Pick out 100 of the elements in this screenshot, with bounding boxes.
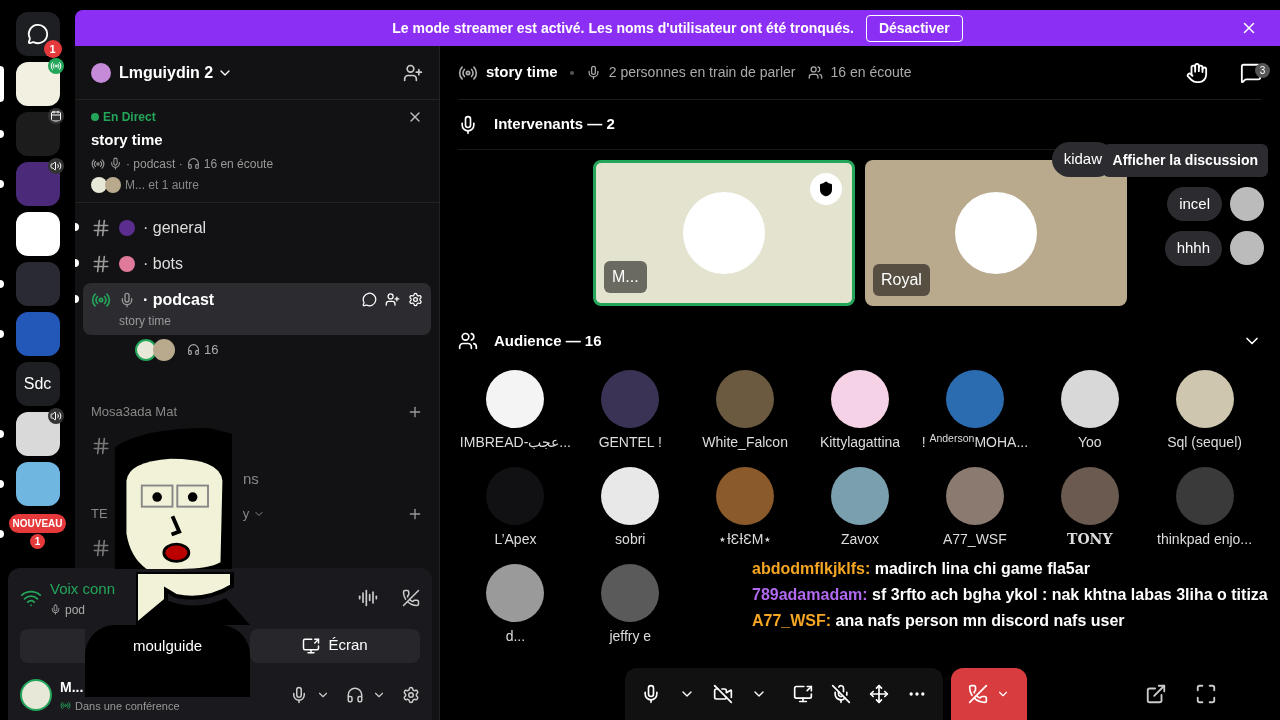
mic-off-icon[interactable]	[831, 684, 851, 704]
screen-share-icon[interactable]	[793, 684, 813, 704]
headphones-icon	[186, 157, 200, 170]
user-pill[interactable]: hhhh	[1164, 231, 1222, 266]
avatar[interactable]	[486, 370, 545, 428]
live-channel: · podcast ·	[126, 155, 183, 173]
popout-icon[interactable]	[1145, 683, 1167, 705]
participants: M... et 1 autre	[125, 176, 200, 194]
home-button[interactable]: 1	[15, 12, 60, 56]
unread-indicator	[0, 280, 4, 288]
chat-count-badge: 3	[1255, 62, 1270, 78]
voice-status: Voix conn	[50, 579, 116, 599]
unread-indicator	[0, 530, 4, 538]
hash-icon	[91, 253, 111, 274]
member-name: sobri	[615, 530, 646, 549]
disconnect-icon[interactable]	[402, 589, 420, 608]
avatar	[91, 176, 107, 193]
stage-icon	[60, 700, 71, 712]
chat-bubble-icon	[26, 23, 49, 45]
channel-item[interactable]: · general	[83, 210, 431, 245]
server-avatar[interactable]	[15, 112, 60, 156]
invite-icon[interactable]	[385, 292, 400, 307]
avatar[interactable]	[486, 564, 545, 622]
member-name: ⋆ƗƐƗƐM⋆	[717, 530, 773, 549]
member-name: TONY	[1067, 530, 1113, 549]
headphones-icon	[187, 343, 200, 356]
chat-username: 789adamadam:	[752, 586, 868, 603]
member-name: IMBREAD-عجب...	[459, 433, 571, 452]
channel-item[interactable]: · podcast story time	[83, 282, 431, 335]
server-icon[interactable]: Sdc	[15, 362, 60, 406]
avatar[interactable]	[831, 370, 889, 428]
server-name[interactable]: Lmguiydin 2	[119, 60, 234, 85]
invite-icon[interactable]	[403, 62, 423, 83]
notification-badge: 1	[29, 534, 46, 549]
avatar	[105, 176, 121, 193]
mic-icon	[585, 65, 601, 80]
hash-icon	[91, 217, 111, 238]
camera-off-icon[interactable]	[713, 684, 733, 704]
user-pill[interactable]: incel	[1167, 186, 1222, 221]
channel-name[interactable]: ns	[243, 468, 259, 491]
avatar[interactable]	[1175, 370, 1234, 428]
category-name[interactable]: y	[242, 503, 250, 524]
member-name: jeffry e	[609, 627, 652, 646]
screen-share-icon	[302, 636, 321, 655]
mic-icon[interactable]	[641, 684, 661, 704]
listeners-count: 16 en écoute	[830, 63, 912, 82]
member-name: GENTEL !	[598, 433, 662, 452]
channel-item[interactable]: · bots	[83, 246, 431, 281]
server-avatar[interactable]	[15, 62, 60, 106]
raise-hand-icon[interactable]	[1186, 61, 1208, 84]
move-icon[interactable]	[869, 684, 889, 704]
section-title: Intervenants — 2	[494, 114, 615, 135]
avatar[interactable]	[831, 467, 889, 525]
disable-button[interactable]: Désactiver	[865, 14, 963, 42]
avatar[interactable]	[601, 467, 660, 525]
category-name[interactable]: Mosa3ada Mat	[91, 401, 177, 422]
live-listeners: 16 en écoute	[203, 155, 274, 173]
server-avatar[interactable]	[15, 212, 60, 256]
member-name: Yoo	[1077, 433, 1102, 452]
avatar[interactable]	[1060, 370, 1119, 428]
fullscreen-icon[interactable]	[1195, 683, 1217, 705]
category-name[interactable]: TE	[91, 503, 108, 524]
chat-message: sf 3rfto ach bgha ykol : nak khtna labas 3liha o titiza	[872, 586, 1268, 603]
speaker-name: M...	[604, 261, 647, 293]
chat-message: ana nafs person mn discord nafs user	[835, 612, 1125, 629]
member-name: L’Apex	[494, 530, 537, 549]
hash-icon	[91, 537, 111, 558]
screen-share-button[interactable]: Écran	[250, 628, 420, 663]
unread-indicator	[0, 330, 4, 338]
home-icon	[91, 62, 111, 83]
new-tag: NOUVEAU	[9, 514, 66, 533]
stage-icon	[91, 156, 105, 171]
unread-indicator	[0, 180, 4, 188]
banner-text: Le mode streamer est activé. Les noms d'utilisateur ont été tronqués.	[392, 18, 854, 38]
chat-icon[interactable]	[1240, 61, 1262, 84]
speaker-name: Royal	[873, 264, 930, 296]
live-status: En Direct	[103, 109, 156, 126]
shirt-text: moulguide	[132, 636, 203, 653]
server-avatar[interactable]	[15, 412, 60, 456]
soundwave-icon[interactable]	[358, 588, 378, 609]
chat-username: A77_WSF:	[752, 612, 832, 629]
headphones-icon[interactable]	[346, 686, 364, 705]
mic-icon	[109, 157, 122, 170]
speaker-card[interactable]: M...	[593, 160, 855, 306]
user-status: Dans une conférence	[75, 698, 180, 714]
listener-count: 16	[204, 340, 219, 359]
mic-icon[interactable]	[290, 686, 308, 705]
avatar	[135, 338, 157, 361]
user-name: M...	[60, 677, 85, 697]
member-name: White_Falcon	[702, 433, 788, 452]
member-name: Sql (sequel)	[1167, 433, 1242, 452]
stage-title: story time	[486, 62, 558, 83]
chat-icon[interactable]	[362, 292, 377, 307]
member-name: thinkpad enjo...	[1157, 530, 1253, 549]
leave-button[interactable]	[951, 668, 1027, 720]
voice-channel: pod	[65, 601, 86, 619]
server-avatar[interactable]	[15, 462, 60, 506]
avatar	[153, 338, 175, 361]
settings-icon[interactable]	[402, 686, 420, 705]
phone-icon	[968, 684, 988, 704]
